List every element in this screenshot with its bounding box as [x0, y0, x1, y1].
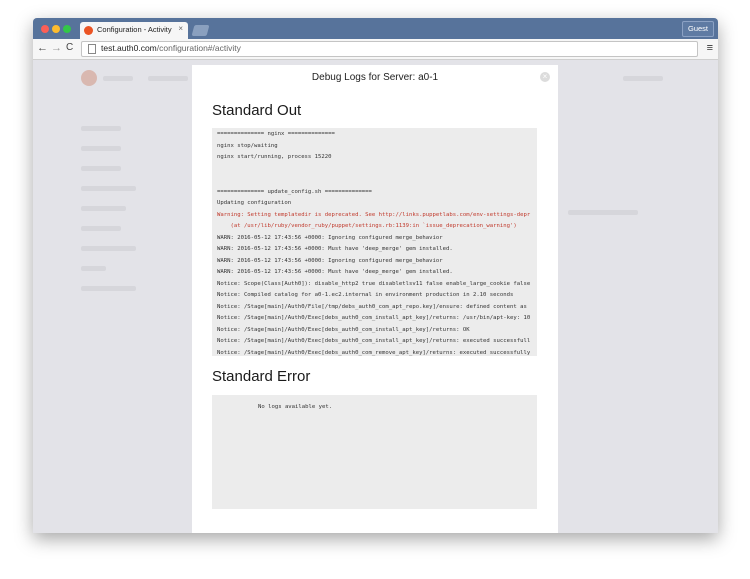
standard-out-log[interactable]: ============== nginx ============== nginx…	[212, 128, 537, 356]
url-host: test.auth0.com	[101, 43, 157, 53]
bg-sidebar-placeholder	[81, 286, 136, 291]
bg-nav-placeholder	[623, 76, 663, 81]
bg-sidebar-placeholder	[81, 206, 126, 211]
bg-sidebar-placeholder	[81, 126, 121, 131]
browser-titlebar: Configuration - Activity × Guest	[33, 18, 718, 39]
log-line: WARN: 2016-05-12 17:43:56 +0000: Must ha…	[217, 269, 453, 275]
log-lines: ============== nginx ============== nginx…	[212, 128, 537, 356]
bg-sidebar-placeholder	[81, 246, 136, 251]
standard-error-heading: Standard Error	[212, 368, 311, 385]
page-icon	[88, 44, 96, 54]
log-line: Notice: /Stage[main]/Auth0/Exec[debs_aut…	[217, 315, 531, 321]
log-line: WARN: 2016-05-12 17:43:56 +0000: Ignorin…	[217, 257, 443, 264]
forward-arrow-icon[interactable]: →	[51, 42, 62, 54]
log-line: ============== update_config.sh ========…	[217, 188, 372, 195]
maximize-window-button[interactable]	[63, 25, 71, 33]
auth0-logo-icon	[81, 70, 97, 86]
bg-brand-placeholder	[103, 76, 133, 81]
reload-icon[interactable]: C	[66, 42, 73, 54]
log-line: WARN: 2016-05-12 17:43:56 +0000: Ignorin…	[217, 234, 443, 241]
tab-close-icon[interactable]: ×	[178, 24, 183, 33]
bg-sidebar-placeholder	[81, 266, 106, 271]
log-line: Notice: /Stage[main]/Auth0/Exec[debs_aut…	[217, 349, 531, 356]
standard-error-log[interactable]: No logs available yet.	[212, 395, 537, 509]
no-logs-text: No logs available yet.	[258, 404, 333, 410]
url-text: test.auth0.com/configuration#/activity	[101, 43, 241, 53]
log-line: WARN: 2016-05-12 17:43:56 +0000: Must ha…	[217, 246, 453, 252]
log-line: Notice: Compiled catalog for a0-1.ec2.in…	[217, 292, 514, 298]
bg-sidebar-placeholder	[81, 226, 121, 231]
bg-sidebar-placeholder	[81, 146, 121, 151]
new-tab-button[interactable]	[191, 25, 210, 36]
log-line: ============== nginx ==============	[217, 131, 335, 137]
back-arrow-icon[interactable]: ←	[37, 42, 48, 54]
debug-logs-modal: Debug Logs for Server: a0-1 × Standard O…	[192, 65, 558, 533]
browser-window: Configuration - Activity × Guest ← → C t…	[33, 18, 718, 533]
close-window-button[interactable]	[41, 25, 49, 33]
log-line: Warning: Setting templatedir is deprecat…	[217, 211, 531, 218]
close-icon[interactable]: ×	[540, 72, 550, 82]
browser-tab-active[interactable]: Configuration - Activity ×	[80, 22, 188, 39]
browser-menu-icon[interactable]: ≡	[707, 42, 713, 54]
modal-title: Debug Logs for Server: a0-1	[311, 72, 439, 83]
log-line: Notice: /Stage[main]/Auth0/Exec[debs_aut…	[217, 338, 531, 344]
log-line: Updating configuration	[217, 200, 292, 206]
minimize-window-button[interactable]	[52, 25, 60, 33]
log-line: Notice: /Stage[main]/Auth0/Exec[debs_aut…	[217, 326, 470, 333]
log-line: Notice: Scope(Class[Auth0]): disable_htt…	[217, 280, 531, 287]
bg-nav-placeholder	[148, 76, 188, 81]
standard-out-heading: Standard Out	[212, 102, 302, 119]
log-line: Notice: /Stage[main]/Auth0/File[/tmp/deb…	[217, 303, 527, 310]
bg-sidebar-placeholder	[81, 166, 121, 171]
url-path: /configuration#/activity	[156, 43, 241, 53]
tab-title: Configuration - Activity	[97, 25, 172, 34]
log-line: nginx start/running, process 15220	[217, 154, 332, 160]
browser-toolbar: ← → C test.auth0.com/configuration#/acti…	[33, 39, 718, 60]
log-line: nginx stop/waiting	[217, 142, 278, 149]
address-bar[interactable]: test.auth0.com/configuration#/activity	[81, 41, 698, 57]
auth0-favicon-icon	[84, 26, 93, 35]
page-content: Debug Logs for Server: a0-1 × Standard O…	[33, 60, 718, 533]
profile-button[interactable]: Guest	[681, 21, 714, 37]
log-line: (at /usr/lib/ruby/vendor_ruby/puppet/set…	[217, 223, 517, 229]
bg-sidebar-placeholder	[81, 186, 136, 191]
bg-content-placeholder	[568, 210, 638, 215]
